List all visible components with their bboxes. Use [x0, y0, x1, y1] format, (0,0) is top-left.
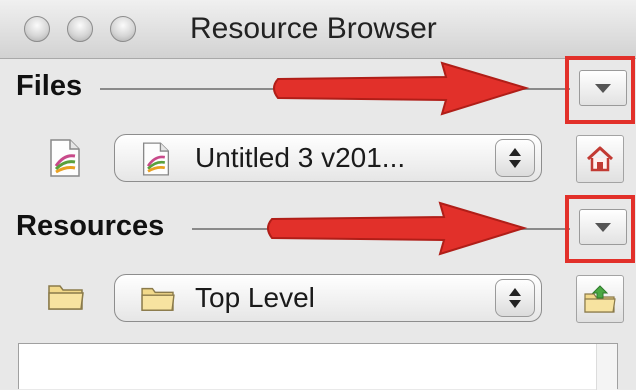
document-icon	[142, 142, 170, 176]
resource-list[interactable]	[18, 343, 618, 390]
up-down-arrows-icon	[509, 148, 521, 168]
zoom-button[interactable]	[110, 16, 136, 42]
minimize-button[interactable]	[67, 16, 93, 42]
close-button[interactable]	[24, 16, 50, 42]
resources-popup-value: Top Level	[195, 282, 315, 313]
home-icon	[586, 146, 614, 172]
title-bar: Resource Browser	[0, 0, 636, 59]
resources-popup-menu[interactable]: Top Level	[114, 274, 542, 322]
folder-up-button[interactable]	[576, 275, 624, 323]
home-button[interactable]	[576, 135, 624, 183]
resources-popup-stepper[interactable]	[495, 279, 535, 317]
resources-annotation-arrow	[267, 201, 528, 256]
document-icon	[50, 139, 80, 177]
folder-up-icon	[584, 285, 616, 313]
files-popup-stepper[interactable]	[495, 139, 535, 177]
files-annotation-arrow	[273, 61, 530, 116]
resource-browser-window: Resource Browser Files Untitled 3 v201..…	[0, 0, 636, 390]
resources-disclosure-highlight	[565, 195, 635, 263]
folder-icon	[141, 287, 175, 311]
folder-icon	[48, 285, 84, 310]
files-popup-value: Untitled 3 v201...	[195, 142, 406, 173]
resources-section-label: Resources	[16, 210, 165, 242]
files-disclosure-highlight	[565, 56, 635, 124]
up-down-arrows-icon	[509, 288, 521, 308]
files-popup-menu[interactable]: Untitled 3 v201...	[114, 134, 542, 182]
window-title: Resource Browser	[190, 12, 437, 45]
resource-list-scrollbar[interactable]	[596, 344, 617, 390]
files-section-label: Files	[16, 70, 83, 102]
